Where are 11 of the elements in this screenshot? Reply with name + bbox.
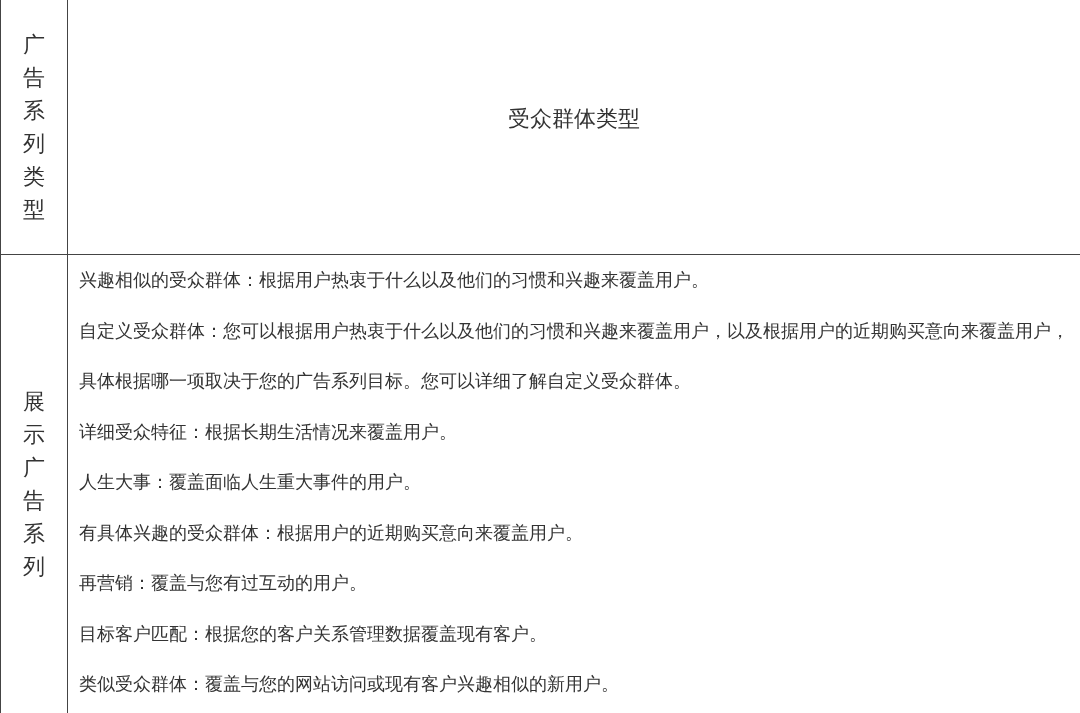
audience-type-text: 类似受众群体：覆盖与您的网站访问或现有客户兴趣相似的新用户。 (79, 672, 620, 696)
audience-type-text: 兴趣相似的受众群体：根据用户热衷于什么以及他们的习惯和兴趣来覆盖用户。 (79, 268, 710, 292)
column-header: 受众群体类型 (508, 105, 640, 133)
campaign-type: 展示广告系列 (23, 388, 45, 581)
audience-type-text: 详细受众特征：根据长期生活情况来覆盖用户。 (79, 419, 458, 444)
audience-type-text: 目标客户匹配：根据您的客户关系管理数据覆盖现有客户。 (79, 621, 548, 646)
audience-type-text: 再营销：覆盖与您有过互动的用户。 (79, 571, 368, 595)
audience-type-text: 自定义受众群体：您可以根据用户热衷于什么以及他们的习惯和兴趣来覆盖用户，以及根据用户的近期购买意向来覆盖用户，具体根据哪一项取决于您的广告系列目标。您可以详细了解自定义受众群体。 (79, 318, 1070, 393)
audience-type-text: 人生大事：覆盖面临人生重大事件的用户。 (79, 470, 422, 494)
audience-type-text: 有具体兴趣的受众群体：根据用户的近期购买意向来覆盖用户。 (79, 520, 584, 545)
column-header: 广告系列类型 (23, 31, 45, 224)
